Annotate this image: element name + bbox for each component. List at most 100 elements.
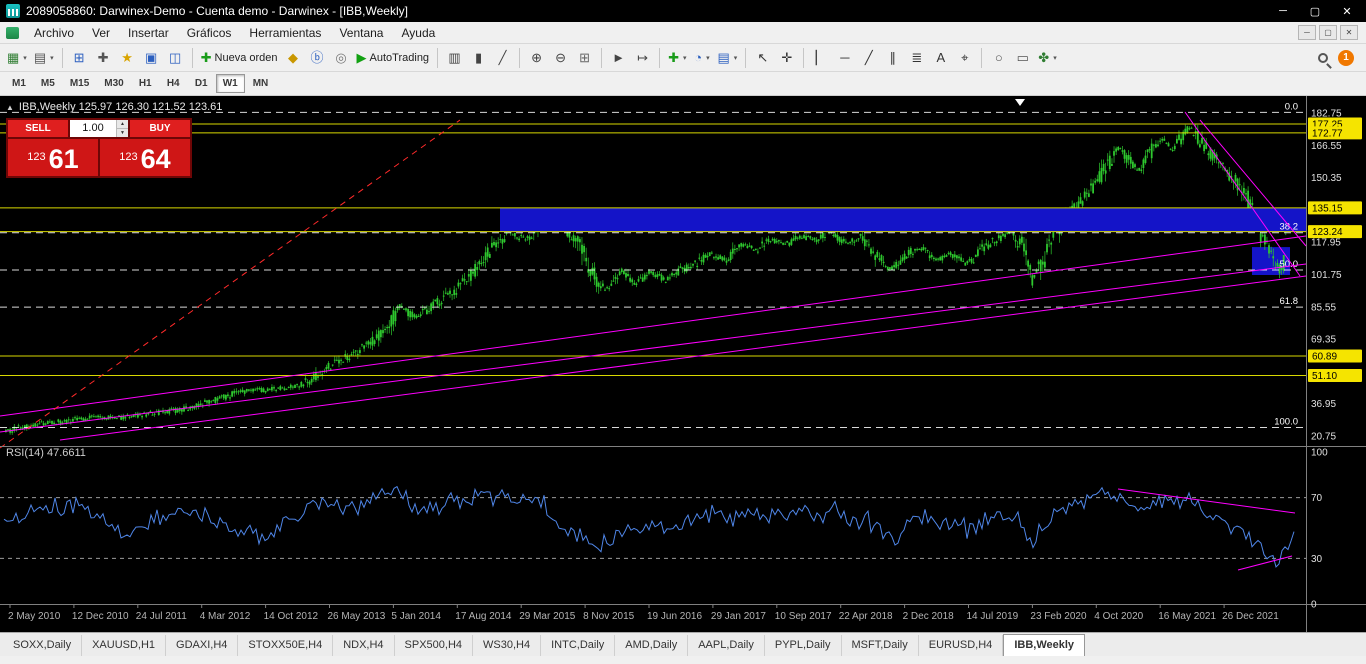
svg-text:70: 70 [1311, 493, 1323, 504]
menu-item-1[interactable]: Ver [83, 23, 119, 43]
cursor-button[interactable]: ↖ [751, 46, 774, 70]
volume-down-icon[interactable]: ▼ [117, 129, 128, 137]
chart-tab-soxx-daily[interactable]: SOXX,Daily [3, 635, 82, 656]
buy-price[interactable]: 123 64 [100, 139, 190, 176]
text-button[interactable]: A [929, 46, 952, 70]
chart-tab-intc-daily[interactable]: INTC,Daily [541, 635, 615, 656]
zoom-out-button[interactable]: ⊖ [549, 46, 572, 70]
fibonacci-button[interactable]: ≣ [905, 46, 928, 70]
chart-tab-xauusd-h1[interactable]: XAUUSD,H1 [82, 635, 166, 656]
buy-button[interactable]: BUY [130, 120, 190, 137]
menu-item-5[interactable]: Ventana [330, 23, 392, 43]
shapes-more-button[interactable]: ✤▾ [1035, 46, 1059, 70]
timeframe-d1[interactable]: D1 [188, 74, 215, 93]
date-axis[interactable]: 2 May 201012 Dec 201024 Jul 20114 Mar 20… [8, 604, 1279, 622]
symbol-info[interactable]: ▲ IBB,Weekly 125.97 126.30 121.52 123.61 [6, 101, 222, 113]
chart-tab-ibb-weekly[interactable]: IBB,Weekly [1003, 634, 1085, 656]
chart-tab-aapl-daily[interactable]: AAPL,Daily [688, 635, 765, 656]
mdi-restore-button[interactable]: ▢ [1319, 25, 1337, 40]
terminal-button[interactable]: ▣ [140, 46, 163, 70]
mdi-close-button[interactable]: ✕ [1340, 25, 1358, 40]
crosshair-button[interactable]: ✛ [775, 46, 798, 70]
timeframe-w1[interactable]: W1 [216, 74, 245, 93]
bar-chart-button[interactable]: ▥ [443, 46, 466, 70]
periods-button[interactable]: ◔▾ [690, 46, 713, 70]
new-order-button[interactable]: ✚Nueva orden [198, 46, 281, 70]
menu-item-2[interactable]: Insertar [119, 23, 178, 43]
timeframe-h4[interactable]: H4 [160, 74, 187, 93]
collapse-icon[interactable]: ▲ [6, 103, 14, 112]
timeframe-mn[interactable]: MN [246, 74, 276, 93]
signals-icon: ◎ [335, 51, 346, 64]
templates-button[interactable]: ▤▾ [714, 46, 740, 70]
indicators-button[interactable]: ✚▾ [665, 46, 689, 70]
chart-shift-button[interactable]: ↦ [631, 46, 654, 70]
notifications-badge[interactable]: 1 [1338, 50, 1354, 66]
vertical-line-button[interactable]: ▏ [809, 46, 832, 70]
chart-tab-stoxx50e-h4[interactable]: STOXX50E,H4 [238, 635, 333, 656]
close-button[interactable]: ✕ [1332, 5, 1362, 18]
mql5-community-button[interactable]: ⓑ [306, 46, 329, 70]
new-chart-button[interactable]: ▦▾ [4, 46, 30, 70]
minimize-button[interactable]: ─ [1268, 5, 1298, 18]
menu-item-3[interactable]: Gráficos [178, 23, 241, 43]
toolbar-separator [745, 48, 746, 68]
profiles-button[interactable]: ▤▾ [31, 46, 57, 70]
svg-text:69.35: 69.35 [1311, 335, 1336, 346]
chart-tab-eurusd-h4[interactable]: EURUSD,H4 [919, 635, 1004, 656]
maximize-button[interactable]: ▢ [1300, 5, 1330, 18]
chart-tab-amd-daily[interactable]: AMD,Daily [615, 635, 688, 656]
dropdown-arrow-icon[interactable]: ▾ [683, 54, 687, 62]
rsi-indicator[interactable]: 10070300 [0, 448, 1328, 611]
dropdown-arrow-icon[interactable]: ▾ [734, 54, 738, 62]
arrows-button[interactable]: ⌖ [953, 46, 976, 70]
trendline-button[interactable]: ╱ [857, 46, 880, 70]
dropdown-arrow-icon[interactable]: ▾ [23, 54, 27, 62]
chart-tab-ws30-h4[interactable]: WS30,H4 [473, 635, 541, 656]
sell-price[interactable]: 123 61 [8, 139, 98, 176]
line-chart-button[interactable]: ╱ [491, 46, 514, 70]
menu-item-0[interactable]: Archivo [25, 23, 83, 43]
autotrading-button[interactable]: ▶AutoTrading [354, 46, 433, 70]
fibonacci-retracement[interactable]: 0.038.250.061.8100.0 [0, 101, 1306, 427]
metaeditor-button[interactable]: ◆ [282, 46, 305, 70]
search-icon[interactable] [1318, 53, 1328, 63]
timeframe-m5[interactable]: M5 [34, 74, 62, 93]
strategy-tester-button[interactable]: ◫ [164, 46, 187, 70]
price-axis[interactable]: 182.75177.25172.77166.55150.35135.15123.… [1308, 109, 1362, 443]
timeframe-m15[interactable]: M15 [63, 74, 96, 93]
timeframe-h1[interactable]: H1 [132, 74, 159, 93]
chart-tab-spx500-h4[interactable]: SPX500,H4 [395, 635, 473, 656]
auto-scroll-button[interactable]: ► [607, 46, 630, 70]
timeframe-m1[interactable]: M1 [5, 74, 33, 93]
highlight-zone-band[interactable] [500, 208, 1306, 232]
data-window-button[interactable]: ✚ [92, 46, 115, 70]
chart-tab-ndx-h4[interactable]: NDX,H4 [333, 635, 394, 656]
dropdown-arrow-icon[interactable]: ▾ [706, 54, 710, 62]
ellipse-button[interactable]: ○ [987, 46, 1010, 70]
timeframe-m30[interactable]: M30 [97, 74, 130, 93]
sell-button[interactable]: SELL [8, 120, 68, 137]
rectangle-button[interactable]: ▭ [1011, 46, 1034, 70]
market-watch-button[interactable]: ⊞ [68, 46, 91, 70]
dropdown-arrow-icon[interactable]: ▾ [1053, 54, 1057, 62]
signals-button[interactable]: ◎ [330, 46, 353, 70]
horizontal-line-button[interactable]: ─ [833, 46, 856, 70]
channel-button[interactable]: ∥ [881, 46, 904, 70]
volume-value[interactable]: 1.00 [70, 120, 116, 137]
candlestick-chart-button[interactable]: ▮ [467, 46, 490, 70]
navigator-button[interactable]: ★ [116, 46, 139, 70]
chart-tab-gdaxi-h4[interactable]: GDAXI,H4 [166, 635, 238, 656]
chart-tab-pypl-daily[interactable]: PYPL,Daily [765, 635, 842, 656]
tile-windows-button[interactable]: ⊞ [573, 46, 596, 70]
volume-input[interactable]: 1.00 ▲ ▼ [70, 120, 128, 137]
chart-tab-msft-daily[interactable]: MSFT,Daily [842, 635, 919, 656]
volume-up-icon[interactable]: ▲ [117, 120, 128, 129]
zoom-in-button[interactable]: ⊕ [525, 46, 548, 70]
dropdown-arrow-icon[interactable]: ▾ [50, 54, 54, 62]
menu-item-6[interactable]: Ayuda [392, 23, 444, 43]
chart-canvas[interactable]: 0.038.250.061.8100.0182.75177.25172.7716… [0, 96, 1366, 632]
menu-item-4[interactable]: Herramientas [240, 23, 330, 43]
mdi-minimize-button[interactable]: ─ [1298, 25, 1316, 40]
autotrading-icon: ▶ [357, 51, 367, 64]
